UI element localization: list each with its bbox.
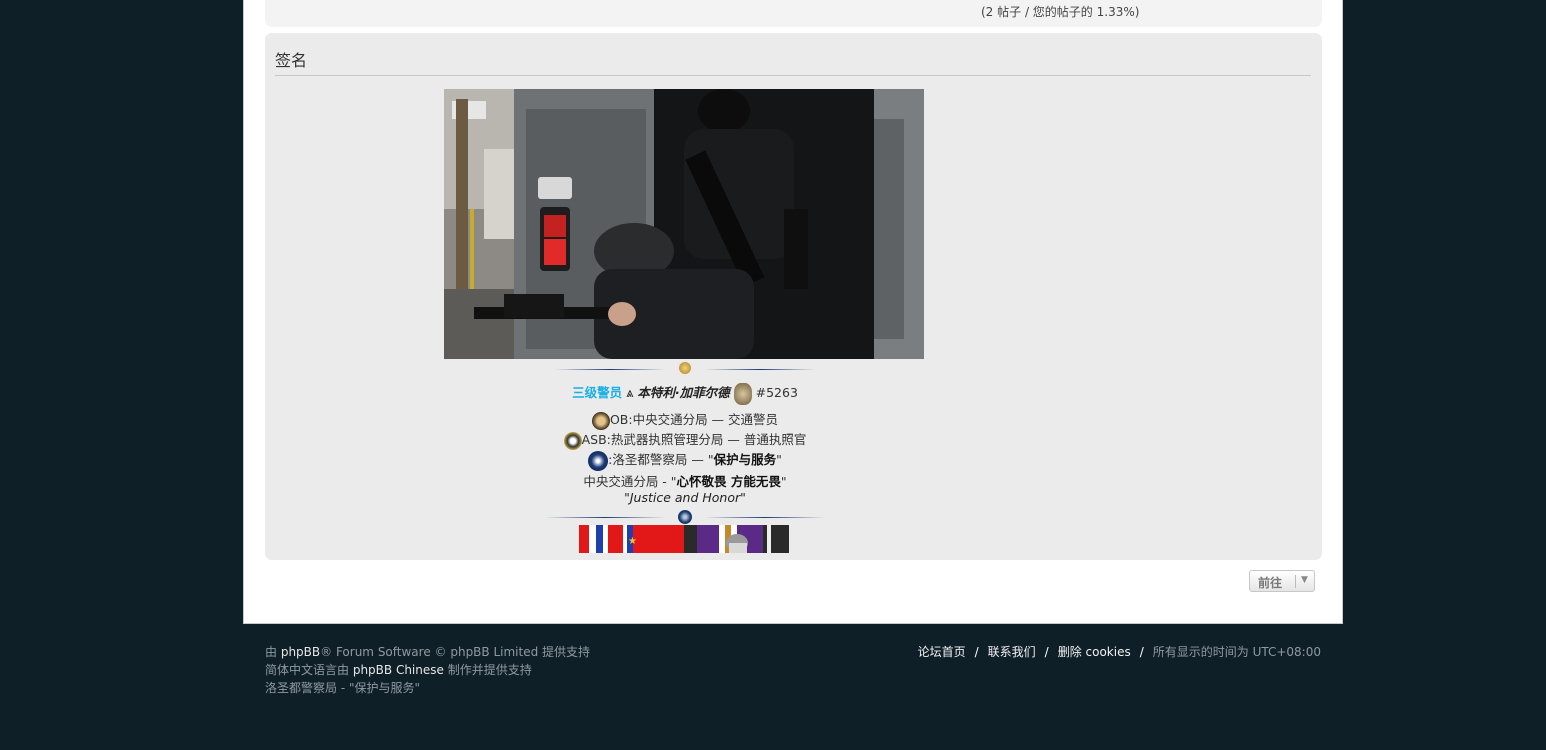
officer-name: 本特利·加菲尔德 bbox=[637, 385, 730, 400]
assignment-3-suffix: " bbox=[776, 452, 782, 467]
lspd-seal-icon bbox=[588, 450, 609, 471]
footer-credit-line: 由 phpBB® Forum Software © phpBB Limited … bbox=[265, 645, 591, 659]
footer-site-line: 洛圣都警察局 - "保护与服务" bbox=[265, 681, 420, 695]
signature-assignment-3: :洛圣都警察局 — "保护与服务" bbox=[545, 449, 825, 471]
signature-heading: 签名 bbox=[275, 51, 308, 70]
motto-text: 心怀敬畏 方能无畏 bbox=[676, 474, 781, 489]
firearms-unit-icon bbox=[563, 431, 582, 450]
english-motto-text: "Justice and Honor" bbox=[624, 490, 746, 505]
phpbb-chinese-link[interactable]: phpBB Chinese bbox=[353, 663, 444, 677]
motto-prefix: 中央交通分局 - " bbox=[583, 474, 677, 489]
signature-assignment-2: ASB:热武器执照管理分局 — 普通执照官 bbox=[545, 429, 825, 450]
lspd-star-icon bbox=[679, 362, 691, 374]
signature-motto-line: 中央交通分局 - "心怀敬畏 方能无畏" bbox=[545, 471, 825, 490]
jump-to-dropdown[interactable]: 前往 ▼ bbox=[1249, 570, 1315, 592]
signature-name-line: 三级警员 ⩓ 本特利·加菲尔德 #5263 bbox=[545, 382, 825, 405]
footer-credits: 由 phpBB® Forum Software © phpBB Limited … bbox=[265, 643, 590, 697]
assignment-3-prefix: :洛圣都警察局 — " bbox=[608, 452, 714, 467]
signature-assignment-1: OB:中央交通分局 — 交通警员 bbox=[545, 409, 825, 430]
svg-text:★: ★ bbox=[628, 536, 637, 547]
post-stats-box: (2 帖子 / 您的帖子的 1.33%) bbox=[265, 0, 1322, 27]
rank-label: 三级警员 bbox=[572, 385, 623, 400]
post-stats-text: (2 帖子 / 您的帖子的 1.33%) bbox=[981, 5, 1140, 19]
lspd-emblem-icon bbox=[678, 510, 692, 524]
jump-to-label: 前往 bbox=[1258, 576, 1283, 590]
footer-translation-line: 简体中文语言由 phpBB Chinese 制作并提供支持 bbox=[265, 663, 532, 677]
assignment-1-text: OB:中央交通分局 — 交通警员 bbox=[609, 412, 779, 427]
signature-divider bbox=[275, 75, 1311, 76]
service-ribbons: ★ bbox=[579, 525, 789, 553]
motto-suffix: " bbox=[780, 474, 787, 489]
phpbb-link[interactable]: phpBB bbox=[281, 645, 320, 659]
signature-panel: 签名 三级警员 ⩓ 本特利·加菲尔德 #5263 OB:中央交通分局 — 交通警… bbox=[265, 33, 1322, 560]
timezone-text: 所有显示的时间为 UTC+08:00 bbox=[1152, 645, 1321, 659]
signature-photo bbox=[444, 89, 924, 359]
contact-us-link[interactable]: 联系我们 bbox=[988, 645, 1036, 659]
footer-nav: 论坛首页 / 联系我们 / 删除 cookies / 所有显示的时间为 UTC+08:00 bbox=[917, 645, 1321, 659]
signature-divider-top bbox=[545, 362, 825, 376]
signature-divider-bottom bbox=[545, 510, 825, 524]
traffic-division-icon bbox=[591, 411, 610, 430]
chevron-down-icon: ▼ bbox=[1301, 575, 1308, 585]
badge-number: #5263 bbox=[755, 385, 798, 400]
signature-english-motto: "Justice and Honor" bbox=[545, 490, 825, 505]
badge-icon bbox=[733, 382, 752, 405]
page-wrapper: (2 帖子 / 您的帖子的 1.33%) 签名 三级警员 ⩓ 本特利·加菲尔德 … bbox=[243, 0, 1343, 624]
assignment-3-motto: 保护与服务 bbox=[713, 452, 777, 467]
board-index-link[interactable]: 论坛首页 bbox=[918, 645, 966, 659]
chevron-rank-icon: ⩓ bbox=[626, 386, 634, 401]
delete-cookies-link[interactable]: 删除 cookies bbox=[1058, 645, 1131, 659]
assignment-2-text: ASB:热武器执照管理分局 — 普通执照官 bbox=[581, 432, 807, 447]
